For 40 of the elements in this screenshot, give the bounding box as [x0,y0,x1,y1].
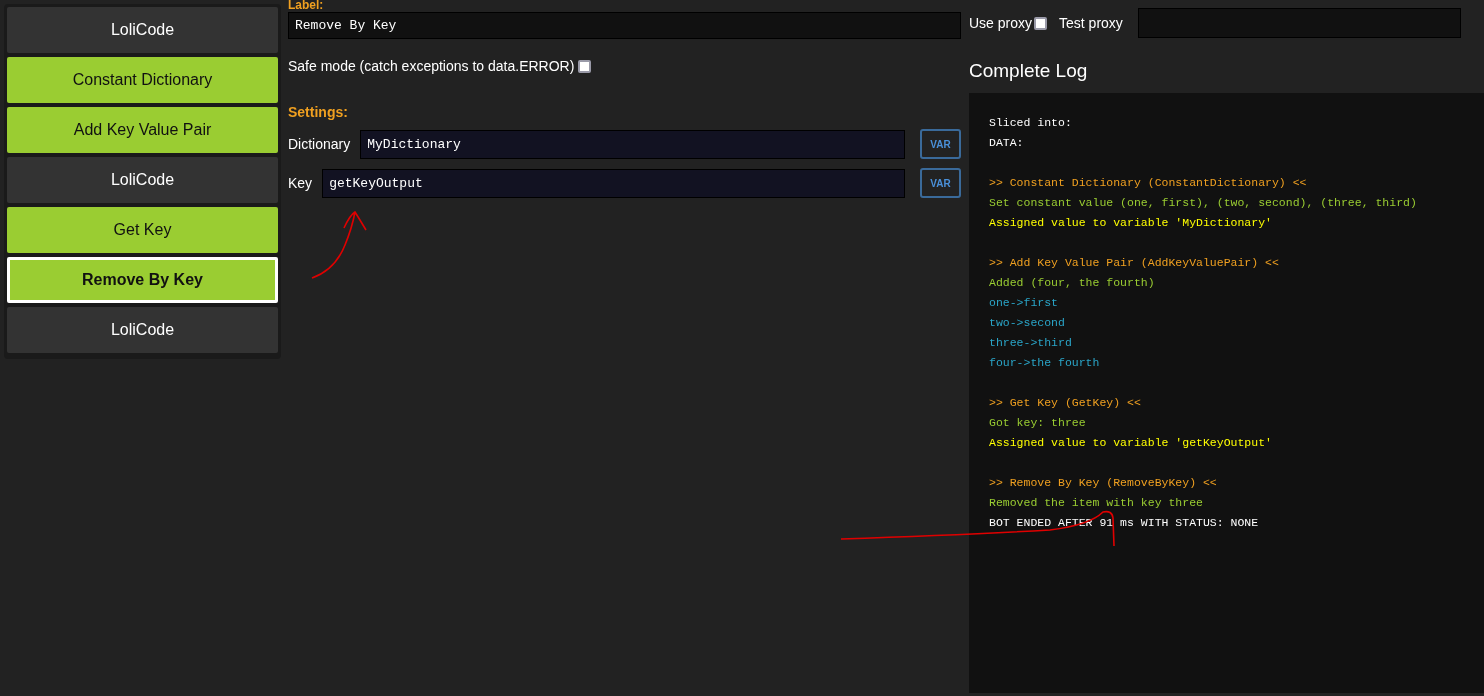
block-item[interactable]: Remove By Key [7,257,278,303]
block-item[interactable]: Get Key [7,207,278,253]
test-proxy-input[interactable] [1137,8,1461,38]
block-item[interactable]: Constant Dictionary [7,57,278,103]
test-proxy-label: Test proxy [1059,13,1123,33]
label-heading: Label: [288,0,325,12]
use-proxy-label: Use proxy [969,13,1033,33]
log-line: two->second [989,314,1066,331]
var-button[interactable]: VAR [920,168,961,198]
log-line: one->first [989,294,1059,311]
block-item[interactable]: LoliCode [7,7,278,53]
log-line: Sliced into: [989,114,1073,131]
label-input[interactable]: Remove By Key [288,12,961,39]
safe-mode-label: Safe mode (catch exceptions to data.ERROR) [288,57,575,76]
block-item[interactable]: Add Key Value Pair [7,107,278,153]
annotation-arrow-drawing [310,208,370,280]
safe-mode-checkbox[interactable] [578,60,592,73]
log-title: Complete Log [969,59,1089,83]
log-line: four->the fourth [989,354,1101,371]
setting-label: Key [288,173,313,193]
setting-input[interactable]: getKeyOutput [322,168,905,198]
log-line: Assigned value to variable 'MyDictionary' [989,214,1273,231]
log-line: Got key: three [989,414,1087,431]
use-proxy-checkbox[interactable] [1034,16,1048,30]
setting-label: Dictionary [288,134,351,154]
log-line: Assigned value to variable 'getKeyOutput' [989,434,1273,451]
log-line: three->third [989,334,1073,351]
log-line: Added (four, the fourth) [989,274,1156,291]
block-item[interactable]: LoliCode [7,307,278,353]
setting-input[interactable]: MyDictionary [360,129,905,159]
block-item[interactable]: LoliCode [7,157,278,203]
log-line: >> Add Key Value Pair (AddKeyValuePair) << [989,254,1280,271]
log-line: >> Constant Dictionary (ConstantDictionary) << [989,174,1308,191]
log-line: >> Remove By Key (RemoveByKey) << [989,474,1218,491]
log-line: Removed the item with key three [989,494,1204,511]
log-line: DATA: [989,134,1025,151]
log-line: Set constant value (one, first), (two, second), (three, third) [989,194,1418,211]
settings-heading: Settings: [288,103,349,122]
var-button[interactable]: VAR [920,129,961,159]
log-line: >> Get Key (GetKey) << [989,394,1142,411]
